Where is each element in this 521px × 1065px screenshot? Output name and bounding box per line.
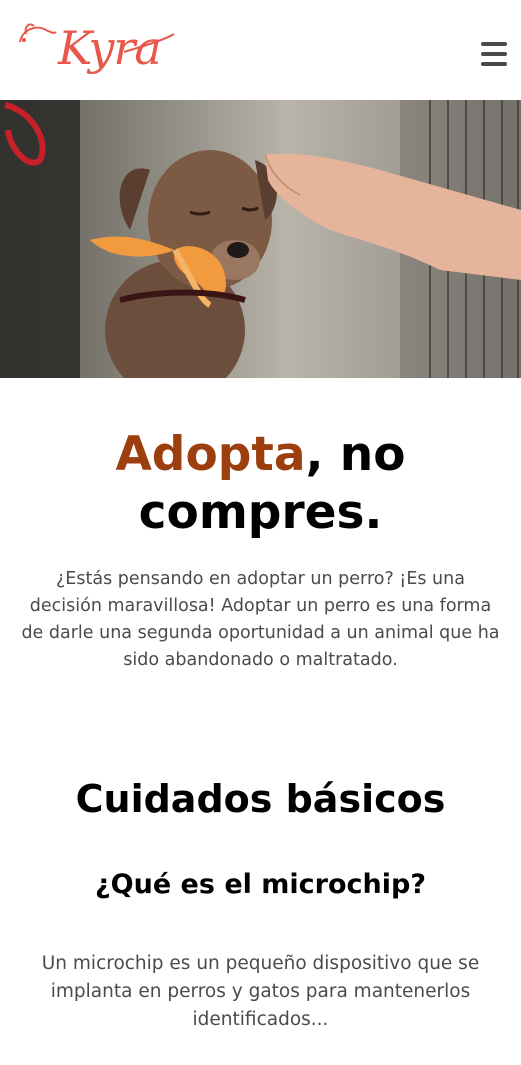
- headline: Adopta, no compres.: [0, 426, 521, 542]
- hero-image: [0, 100, 521, 378]
- intro-paragraph: ¿Estás pensando en adoptar un perro? ¡Es…: [21, 569, 500, 670]
- site-header: Kyra: [0, 0, 521, 100]
- section-title: Cuidados básicos: [75, 777, 446, 821]
- hamburger-menu-icon-bar: [481, 62, 507, 66]
- dog-photo: [0, 100, 521, 378]
- menu-button[interactable]: [480, 42, 510, 70]
- hamburger-menu-icon-bar: [481, 42, 507, 46]
- headline-line2: compres.: [138, 485, 383, 540]
- headline-accent: Adopta: [115, 427, 306, 482]
- section-text: Un microchip es un pequeño dispositivo q…: [41, 953, 480, 1030]
- logo-text: Kyra: [58, 21, 162, 75]
- hamburger-menu-icon-bar: [481, 52, 507, 56]
- logo[interactable]: Kyra: [14, 12, 176, 82]
- main-content: Adopta, no compres. ¿Estás pensando en ad…: [0, 426, 521, 1034]
- section-subtitle: ¿Qué es el microchip?: [94, 869, 427, 900]
- headline-rest: , no: [305, 427, 406, 482]
